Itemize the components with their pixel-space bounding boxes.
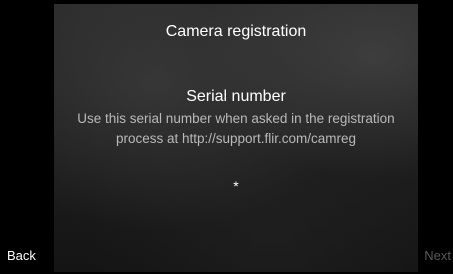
- registration-instructions: Use this serial number when asked in the…: [77, 111, 395, 146]
- serial-number-value: *: [233, 178, 239, 194]
- serial-number-heading: Serial number: [186, 88, 286, 105]
- next-button[interactable]: Next: [424, 248, 451, 264]
- page-title: Camera registration: [165, 23, 307, 40]
- camera-registration-screen: Camera registration Serial number Use th…: [0, 0, 453, 274]
- back-button[interactable]: Back: [7, 248, 36, 264]
